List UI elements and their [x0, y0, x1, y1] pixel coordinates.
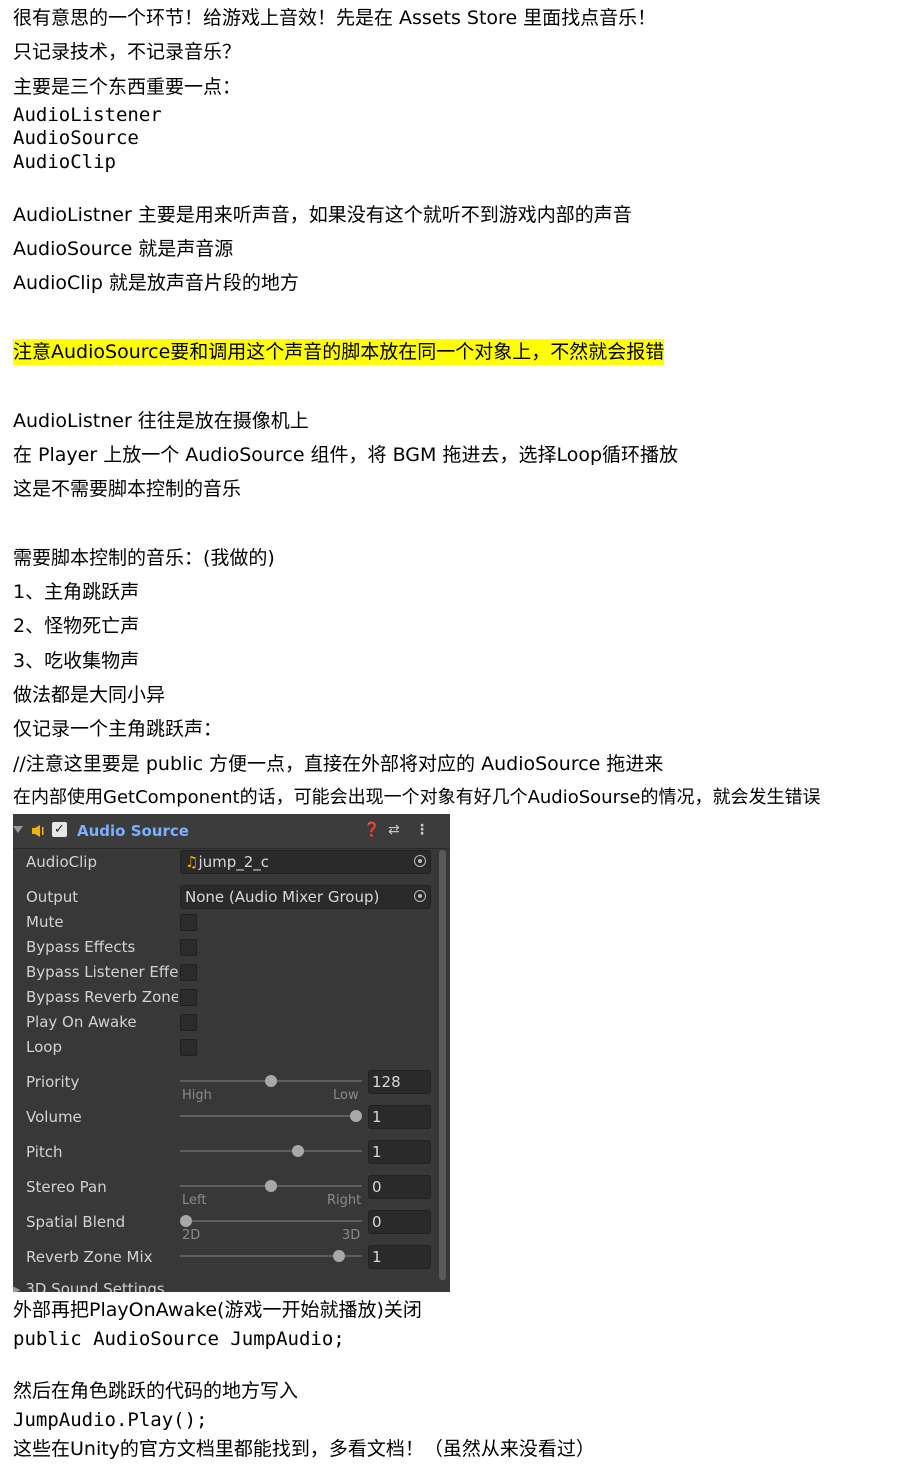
volume-value: 1: [372, 1108, 382, 1126]
slider-min-label: Left: [182, 1193, 207, 1208]
enabled-checkbox[interactable]: ✓: [52, 822, 67, 837]
bypass-reverb-zones-checkbox[interactable]: [180, 989, 197, 1006]
code-line: AudioSource: [13, 127, 139, 149]
slider-thumb[interactable]: [333, 1250, 345, 1262]
sound-settings-label: 3D Sound Settings: [25, 1280, 165, 1292]
highlighted-note: 注意AudioSource要和调用这个声音的脚本放在同一个对象上，不然就会报错: [13, 339, 665, 365]
output-label: Output: [26, 888, 79, 906]
reverb-zone-mix-label: Reverb Zone Mix: [26, 1248, 153, 1266]
loop-label: Loop: [26, 1038, 62, 1056]
text-line: 做法都是大同小异: [13, 684, 166, 706]
foldout-arrow-icon: ▸: [13, 1280, 26, 1292]
pitch-input[interactable]: 1: [368, 1140, 431, 1164]
code-line: JumpAudio.Play();: [13, 1409, 208, 1431]
pitch-value: 1: [372, 1143, 382, 1161]
bypass-effects-checkbox[interactable]: [180, 939, 197, 956]
volume-input[interactable]: 1: [368, 1105, 431, 1129]
inspector-scrollbar[interactable]: [439, 850, 446, 1280]
presets-icon[interactable]: ⇄: [388, 822, 400, 838]
code-line: public AudioSource JumpAudio;: [13, 1328, 345, 1350]
slider-thumb[interactable]: [180, 1215, 192, 1227]
text-line: AudioListner 主要是用来听声音，如果没有这个就听不到游戏内部的声音: [13, 204, 632, 226]
bypass-effects-label: Bypass Effects: [26, 938, 136, 956]
text-line: 这些在Unity的官方文档里都能找到，多看文档！（虽然从来没看过）: [13, 1438, 595, 1460]
slider-min-label: High: [182, 1088, 212, 1103]
code-line: AudioClip: [13, 151, 116, 173]
component-title: Audio Source: [77, 822, 189, 840]
text-line: 需要脚本控制的音乐：(我做的): [13, 547, 275, 569]
spatial-blend-slider[interactable]: [180, 1215, 362, 1227]
reverb-zone-mix-slider[interactable]: [180, 1250, 362, 1262]
list-item: 3、吃收集物声: [13, 650, 140, 672]
text-line: 很有意思的一个环节！给游戏上音效！先是在 Assets Store 里面找点音乐…: [13, 7, 657, 29]
object-picker-icon[interactable]: [414, 855, 426, 867]
sound-settings-foldout[interactable]: ▸ 3D Sound Settings: [13, 1280, 165, 1292]
slider-thumb[interactable]: [292, 1145, 305, 1157]
slider-max-label: Low: [333, 1088, 359, 1103]
bypass-listener-effects-checkbox[interactable]: [180, 964, 197, 981]
spatial-blend-value: 0: [372, 1213, 382, 1231]
loop-checkbox[interactable]: [180, 1039, 197, 1056]
object-picker-icon[interactable]: [414, 890, 426, 902]
text-line: 只记录技术，不记录音乐？: [13, 41, 242, 63]
audio-source-inspector: ✓ Audio Source ❓ ⇄ ⋮ AudioClip ♫jump_2_c…: [13, 814, 450, 1292]
slider-max-label: Right: [327, 1193, 362, 1208]
slider-max-label: 3D: [342, 1228, 361, 1243]
reverb-zone-mix-value: 1: [372, 1248, 382, 1266]
volume-slider[interactable]: [180, 1110, 362, 1122]
slider-thumb[interactable]: [350, 1110, 362, 1122]
spatial-blend-input[interactable]: 0: [368, 1210, 431, 1234]
mute-checkbox[interactable]: [180, 914, 197, 931]
help-icon[interactable]: ❓: [363, 822, 380, 838]
audio-clip-icon: ♫: [185, 853, 199, 871]
audio-source-icon: [32, 825, 44, 837]
kebab-menu-icon[interactable]: ⋮: [415, 822, 429, 838]
slider-thumb[interactable]: [265, 1180, 277, 1192]
text-line: 外部再把PlayOnAwake(游戏一开始就播放)关闭: [13, 1299, 422, 1321]
audioclip-label: AudioClip: [26, 853, 97, 871]
stereo-pan-label: Stereo Pan: [26, 1178, 107, 1196]
highlight-text: 注意AudioSource要和调用这个声音的脚本放在同一个对象上，不然就会报错: [13, 339, 665, 365]
play-on-awake-checkbox[interactable]: [180, 1014, 197, 1031]
audioclip-value: jump_2_c: [198, 853, 270, 871]
slider-thumb[interactable]: [265, 1075, 277, 1087]
slider-min-label: 2D: [182, 1228, 201, 1243]
text-line: AudioClip 就是放声音片段的地方: [13, 272, 299, 294]
pitch-slider[interactable]: [180, 1145, 362, 1157]
text-line: 仅记录一个主角跳跃声：: [13, 718, 223, 740]
list-item: 1、主角跳跃声: [13, 581, 140, 603]
audioclip-field[interactable]: ♫jump_2_c: [180, 850, 431, 874]
foldout-arrow-icon[interactable]: [13, 826, 23, 833]
text-line: 在 Player 上放一个 AudioSource 组件，将 BGM 拖进去，选…: [13, 444, 679, 466]
priority-input[interactable]: 128: [368, 1070, 431, 1094]
text-line: 在内部使用GetComponent的话，可能会出现一个对象有好几个AudioSo…: [13, 787, 821, 808]
bypass-listener-effects-label: Bypass Listener Effects: [26, 963, 178, 981]
text-line: 这是不需要脚本控制的音乐: [13, 478, 242, 500]
stereo-pan-slider[interactable]: [180, 1180, 362, 1192]
code-line: AudioListener: [13, 104, 162, 126]
mute-label: Mute: [26, 913, 64, 931]
priority-slider[interactable]: [180, 1075, 362, 1087]
stereo-pan-value: 0: [372, 1178, 382, 1196]
bypass-reverb-zones-label: Bypass Reverb Zones: [26, 988, 178, 1006]
priority-label: Priority: [26, 1073, 80, 1091]
blog-post: 很有意思的一个环节！给游戏上音效！先是在 Assets Store 里面找点音乐…: [0, 0, 912, 1467]
stereo-pan-input[interactable]: 0: [368, 1175, 431, 1199]
output-value: None (Audio Mixer Group): [185, 888, 380, 906]
text-line: 主要是三个东西重要一点：: [13, 76, 242, 98]
spatial-blend-label: Spatial Blend: [26, 1213, 126, 1231]
text-line: AudioListner 往往是放在摄像机上: [13, 410, 309, 432]
reverb-zone-mix-input[interactable]: 1: [368, 1245, 431, 1269]
pitch-label: Pitch: [26, 1143, 63, 1161]
text-line: //注意这里要是 public 方便一点，直接在外部将对应的 AudioSour…: [13, 753, 664, 775]
play-on-awake-label: Play On Awake: [26, 1013, 137, 1031]
list-item: 2、怪物死亡声: [13, 615, 140, 637]
priority-value: 128: [372, 1073, 401, 1091]
text-line: 然后在角色跳跃的代码的地方写入: [13, 1380, 299, 1402]
component-header[interactable]: ✓ Audio Source ❓ ⇄ ⋮: [13, 814, 450, 849]
output-field[interactable]: None (Audio Mixer Group): [180, 885, 431, 909]
volume-label: Volume: [26, 1108, 82, 1126]
text-line: AudioSource 就是声音源: [13, 238, 234, 260]
